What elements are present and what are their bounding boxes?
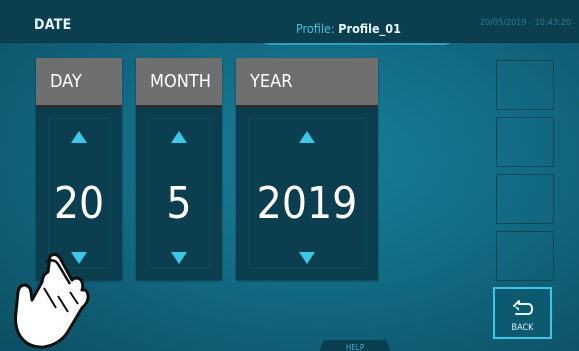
side-slot-4 <box>496 231 554 281</box>
year-label: YEAR <box>250 71 293 92</box>
day-up-arrow-icon[interactable] <box>71 131 87 143</box>
profile-underline <box>262 43 452 45</box>
year-header: YEAR <box>236 58 378 108</box>
profile-indicator[interactable]: Profile: Profile_01 <box>296 21 401 36</box>
year-panel: YEAR 2019 <box>236 58 378 280</box>
back-button[interactable]: BACK <box>493 287 552 339</box>
month-down-arrow-icon[interactable] <box>171 252 187 264</box>
day-label: DAY <box>50 71 82 92</box>
help-tab[interactable]: HELP <box>318 340 392 351</box>
month-panel: MONTH 5 <box>136 58 222 280</box>
page-title: DATE <box>34 17 72 33</box>
month-up-arrow-icon[interactable] <box>171 131 187 143</box>
back-label: BACK <box>511 323 534 333</box>
help-label: HELP <box>345 343 365 351</box>
year-down-arrow-icon[interactable] <box>299 252 315 264</box>
year-value: 2019 <box>256 178 358 229</box>
profile-name: Profile_01 <box>338 21 401 36</box>
day-header: DAY <box>36 58 122 108</box>
profile-label: Profile: <box>296 21 335 36</box>
year-up-arrow-icon[interactable] <box>299 131 315 143</box>
side-slot-2 <box>496 117 554 167</box>
day-value: 20 <box>53 178 105 229</box>
pointer-hand-icon <box>14 252 90 349</box>
date-settings-screen: DATE 20/05/2019 - 10:43:20 Profile: Prof… <box>0 0 579 351</box>
month-value: 5 <box>166 178 192 229</box>
day-panel: DAY 20 <box>36 58 122 280</box>
month-header: MONTH <box>136 58 222 108</box>
current-datetime: 20/05/2019 - 10:43:20 <box>479 18 571 28</box>
back-icon <box>513 300 533 315</box>
month-label: MONTH <box>150 71 211 92</box>
side-slot-1 <box>496 60 554 110</box>
side-slot-3 <box>496 174 554 224</box>
